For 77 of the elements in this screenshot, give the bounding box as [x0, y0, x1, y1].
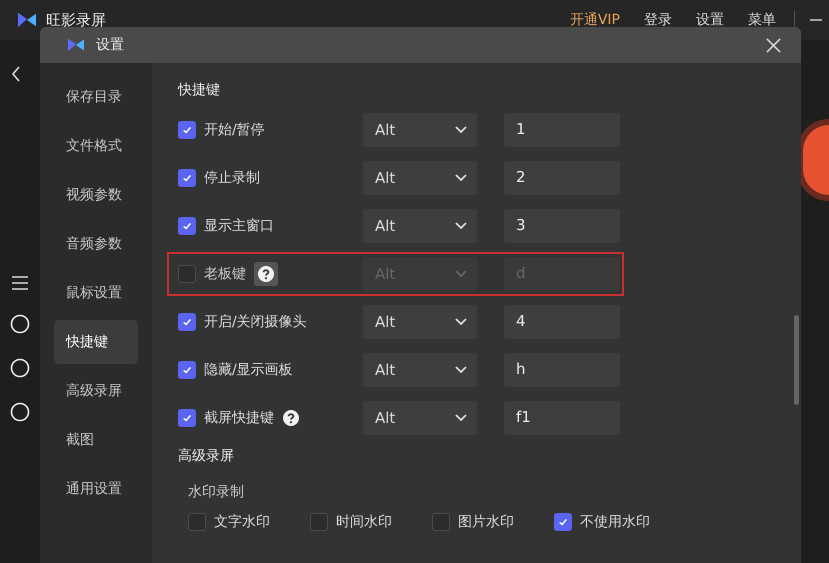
checkbox[interactable]	[178, 121, 196, 139]
dialog-title: 设置	[96, 36, 124, 54]
section-heading: 高级录屏	[178, 447, 235, 466]
key-field[interactable]: h	[504, 353, 620, 387]
check-icon	[182, 173, 192, 183]
modifier-dropdown[interactable]: Alt	[363, 113, 477, 147]
modifier-dropdown[interactable]: Alt	[363, 161, 477, 195]
chevron-down-icon	[455, 126, 467, 134]
shortcut-label: 老板键	[204, 265, 246, 283]
radio-icon[interactable]	[10, 358, 30, 378]
chevron-down-icon	[455, 318, 467, 326]
menu-link[interactable]: 菜单	[748, 11, 776, 29]
chevron-down-icon	[455, 174, 467, 182]
chevron-down-icon	[455, 222, 467, 230]
menu-link[interactable]: 设置	[696, 11, 724, 29]
checkbox[interactable]	[178, 313, 196, 331]
radio-icon[interactable]	[10, 314, 30, 334]
key-field[interactable]: 1	[504, 113, 620, 147]
checkbox[interactable]	[178, 361, 196, 379]
chevron-down-icon	[455, 414, 467, 422]
checkbox[interactable]	[310, 513, 328, 531]
sidebar-item[interactable]: 快捷键	[54, 320, 138, 364]
modifier-dropdown[interactable]: Alt	[363, 305, 477, 339]
key-field[interactable]: 3	[504, 209, 620, 243]
option-label: 图片水印	[458, 513, 514, 531]
key-field[interactable]: f1	[504, 401, 620, 435]
option-label: 不使用水印	[580, 513, 650, 531]
key-field[interactable]: 4	[504, 305, 620, 339]
checkbox[interactable]	[178, 169, 196, 187]
sidebar-item[interactable]: 保存目录	[54, 75, 138, 119]
section-heading: 快捷键	[178, 81, 221, 100]
check-icon	[182, 125, 192, 135]
help-icon[interactable]	[282, 409, 300, 427]
sidebar-item[interactable]: 截图	[54, 418, 138, 462]
help-icon[interactable]	[254, 262, 278, 286]
menu-icon[interactable]	[12, 276, 28, 290]
logo-icon	[66, 37, 86, 53]
close-icon[interactable]	[766, 38, 781, 52]
sidebar-item[interactable]: 文件格式	[54, 124, 138, 168]
key-field[interactable]: 2	[504, 161, 620, 195]
modifier-dropdown[interactable]: Alt	[363, 353, 477, 387]
subsection-heading: 水印录制	[188, 483, 245, 501]
shortcut-label: 截屏快捷键	[204, 409, 274, 427]
chevron-down-icon	[455, 366, 467, 374]
sidebar-item[interactable]: 视频参数	[54, 173, 138, 217]
shortcut-label: 显示主窗口	[204, 217, 274, 235]
checkbox[interactable]	[432, 513, 450, 531]
check-icon	[558, 517, 568, 527]
check-icon	[182, 365, 192, 375]
app-title: 旺影录屏	[46, 10, 106, 30]
checkbox[interactable]	[178, 409, 196, 427]
radio-icon[interactable]	[10, 402, 30, 422]
check-icon	[182, 317, 192, 327]
checkbox[interactable]	[188, 513, 206, 531]
sidebar-item[interactable]: 音频参数	[54, 222, 138, 266]
checkbox[interactable]	[178, 265, 196, 283]
chevron-down-icon	[455, 270, 467, 278]
vip-link[interactable]: 开通VIP	[570, 11, 620, 29]
shortcut-label: 开始/暂停	[204, 121, 265, 139]
shortcut-label: 开启/关闭摄像头	[204, 313, 307, 331]
option-label: 文字水印	[214, 513, 270, 531]
checkbox[interactable]	[554, 513, 572, 531]
shortcut-label: 停止录制	[204, 169, 260, 187]
check-icon	[182, 413, 192, 423]
sidebar-item[interactable]: 通用设置	[54, 467, 138, 511]
menu-link[interactable]: 登录	[644, 11, 672, 29]
checkbox[interactable]	[178, 217, 196, 235]
check-icon	[182, 221, 192, 231]
scrollbar[interactable]	[794, 315, 799, 405]
shortcut-label: 隐藏/显示画板	[204, 361, 293, 379]
modifier-dropdown[interactable]: Alt	[363, 401, 477, 435]
sidebar-item[interactable]: 鼠标设置	[54, 271, 138, 315]
logo-icon	[16, 11, 38, 29]
modifier-dropdown[interactable]: Alt	[363, 209, 477, 243]
option-label: 时间水印	[336, 513, 392, 531]
sidebar-item[interactable]: 高级录屏	[54, 369, 138, 413]
record-button[interactable]	[803, 125, 829, 195]
